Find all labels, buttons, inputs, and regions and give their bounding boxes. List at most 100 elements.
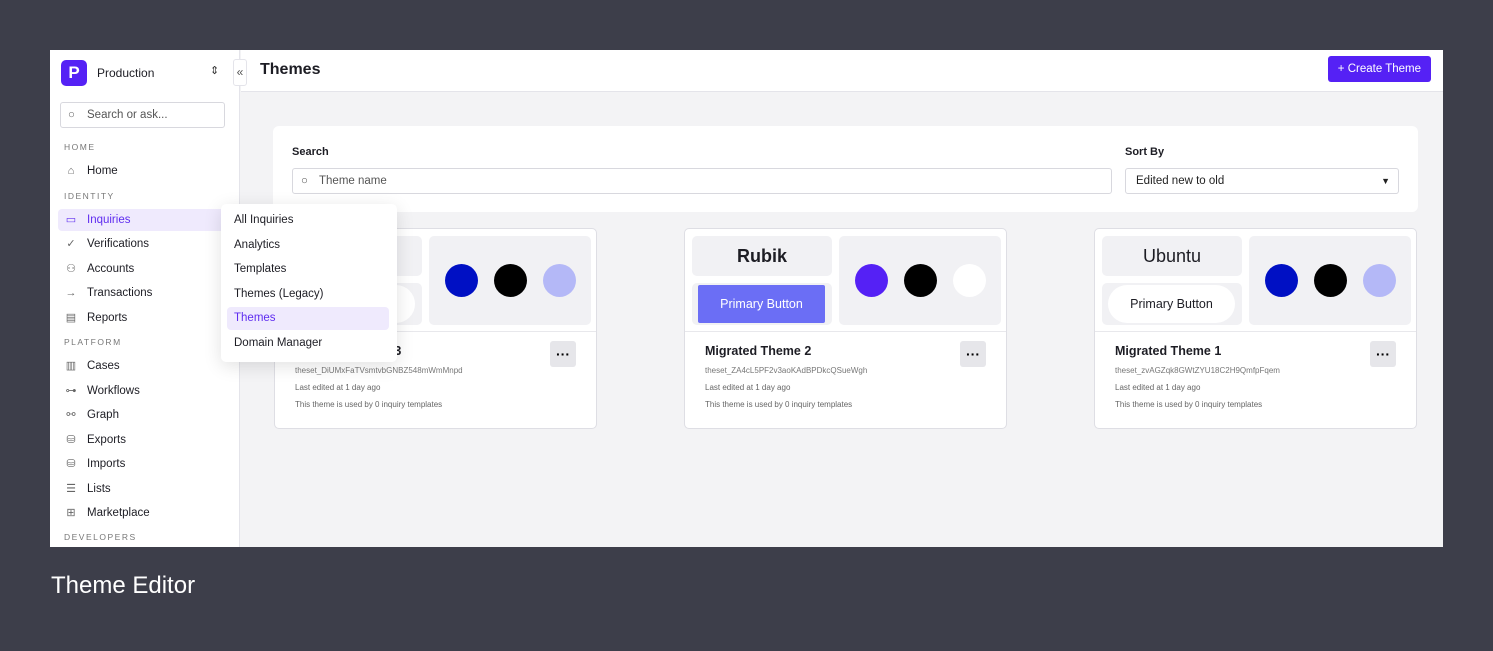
color-swatch [445, 264, 478, 297]
sidebar-item-label: Workflows [87, 385, 140, 397]
caption: Theme Editor [51, 572, 196, 599]
last-edited: Last edited at 1 day ago [295, 383, 381, 392]
color-swatch [543, 264, 576, 297]
sidebar-item-graph[interactable]: ⚯ Graph [58, 404, 232, 426]
sort-label: Sort By [1125, 146, 1165, 158]
ellipsis-icon: ··· [556, 346, 570, 362]
document-icon: ▤ [65, 312, 77, 324]
search-icon: ○ [68, 109, 75, 121]
search-placeholder: Theme name [319, 175, 387, 187]
search-placeholder: Search or ask... [87, 109, 168, 121]
color-swatch [1314, 264, 1347, 297]
theme-id: theset_zvAGZqk8GWtZYU18C2H9QmfpFqem [1115, 366, 1280, 375]
last-edited: Last edited at 1 day ago [705, 383, 791, 392]
submenu-item[interactable]: Themes [227, 307, 389, 330]
section-platform: PLATFORM [64, 337, 122, 347]
sidebar-item-label: Transactions [87, 287, 153, 299]
sidebar-item-label: Lists [87, 483, 111, 495]
create-theme-button[interactable]: + Create Theme [1327, 56, 1431, 82]
create-theme-label: Create Theme [1347, 63, 1421, 75]
org-name[interactable]: Production [97, 66, 154, 80]
sidebar-item-lists[interactable]: ☰ Lists [58, 478, 232, 500]
color-swatch [1265, 264, 1298, 297]
submenu-item[interactable]: Analytics [227, 234, 389, 257]
more-options-button[interactable]: ··· [960, 341, 986, 367]
ellipsis-icon: ··· [966, 346, 980, 362]
collapse-sidebar-button[interactable]: « [233, 59, 247, 86]
sidebar-item-transactions[interactable]: → Transactions [58, 282, 232, 304]
button-preview-box: Primary Button [692, 283, 832, 325]
font-preview: Rubik [692, 236, 832, 276]
color-swatch [1363, 264, 1396, 297]
sidebar-item-inquiries[interactable]: ▭ Inquiries [58, 209, 232, 231]
sidebar-item-label: Verifications [87, 238, 150, 250]
sidebar-item-marketplace[interactable]: ⊞ Marketplace [58, 502, 232, 524]
theme-preview: Ubuntu Primary Button [1095, 229, 1416, 332]
color-swatches [839, 236, 1001, 325]
submenu-item[interactable]: Themes (Legacy) [227, 283, 389, 306]
sidebar-item-workflows[interactable]: ⊶ Workflows [58, 380, 232, 402]
sidebar-item-exports[interactable]: ⛁ Exports [58, 429, 232, 451]
check-circle-icon: ✓ [66, 238, 76, 250]
caret-down-icon: ▼ [1381, 176, 1390, 186]
section-developers: DEVELOPERS [64, 532, 137, 542]
logo: P [61, 60, 87, 86]
color-swatches [1249, 236, 1411, 325]
font-preview: Ubuntu [1102, 236, 1242, 276]
usage-text: This theme is used by 0 inquiry template… [295, 400, 443, 409]
theme-preview: Rubik Primary Button [685, 229, 1006, 332]
sidebar-item-label: Home [87, 165, 118, 177]
header: Themes + Create Theme [241, 50, 1443, 92]
home-icon: ⌂ [67, 165, 75, 177]
submenu-item[interactable]: Templates [227, 258, 389, 281]
more-options-button[interactable]: ··· [550, 341, 576, 367]
color-swatch [904, 264, 937, 297]
theme-id: theset_DiUMxFaTVsmtvbGNBZ548mWmMnpd [295, 366, 463, 375]
id-card-icon: ▭ [65, 214, 77, 226]
color-swatch [494, 264, 527, 297]
search-label: Search [292, 146, 329, 158]
plus-icon: + [1337, 63, 1345, 75]
submenu-item[interactable]: All Inquiries [227, 209, 389, 232]
theme-title: Migrated Theme 2 [705, 344, 812, 358]
more-options-button[interactable]: ··· [1370, 341, 1396, 367]
briefcase-icon: ▥ [65, 360, 77, 372]
section-home: HOME [64, 142, 96, 152]
theme-search-input[interactable]: ○ Theme name [292, 168, 1112, 194]
sidebar-item-home[interactable]: ⌂ Home [58, 160, 232, 182]
workflow-icon: ⊶ [65, 385, 77, 397]
button-preview-box: Primary Button [1102, 283, 1242, 325]
filter-panel: Search ○ Theme name Sort By Edited new to… [273, 126, 1418, 212]
sort-select[interactable]: Edited new to old ▼ [1125, 168, 1399, 194]
section-identity: IDENTITY [64, 191, 115, 201]
grid-icon: ⊞ [66, 507, 76, 519]
theme-card[interactable]: Rubik Primary Button Migrated Theme 2 th… [684, 228, 1007, 429]
sidebar-item-accounts[interactable]: ⚇ Accounts [58, 258, 232, 280]
last-edited: Last edited at 1 day ago [1115, 383, 1201, 392]
sidebar-item-reports[interactable]: ▤ Reports [58, 307, 232, 329]
sidebar-item-verifications[interactable]: ✓ Verifications [58, 233, 232, 255]
color-swatch [953, 264, 986, 297]
graph-icon: ⚯ [66, 409, 76, 421]
theme-card[interactable]: Ubuntu Primary Button Migrated Theme 1 t… [1094, 228, 1417, 429]
sidebar-search-input[interactable]: ○ Search or ask... [60, 102, 225, 128]
primary-button-preview: Primary Button [698, 285, 825, 323]
inquiries-submenu: All Inquiries Analytics Templates Themes (L… [221, 204, 397, 362]
sidebar-item-cases[interactable]: ▥ Cases [58, 355, 232, 377]
page-title: Themes [260, 61, 321, 78]
submenu-item[interactable]: Domain Manager [227, 332, 389, 355]
sidebar-item-label: Cases [87, 360, 120, 372]
user-check-icon: ⚇ [66, 263, 76, 275]
list-icon: ☰ [66, 483, 76, 495]
database-icon: ⛁ [66, 458, 76, 470]
sidebar: P Production ⇕ ○ Search or ask... HOME ID… [50, 50, 240, 547]
chevron-up-down-icon[interactable]: ⇕ [210, 64, 219, 77]
color-swatches [429, 236, 591, 325]
ellipsis-icon: ··· [1376, 346, 1390, 362]
usage-text: This theme is used by 0 inquiry template… [1115, 400, 1263, 409]
database-icon: ⛁ [66, 434, 76, 446]
sidebar-item-label: Reports [87, 312, 128, 324]
arrow-right-icon: → [65, 287, 77, 299]
sidebar-item-label: Exports [87, 434, 126, 446]
sidebar-item-imports[interactable]: ⛁ Imports [58, 453, 232, 475]
